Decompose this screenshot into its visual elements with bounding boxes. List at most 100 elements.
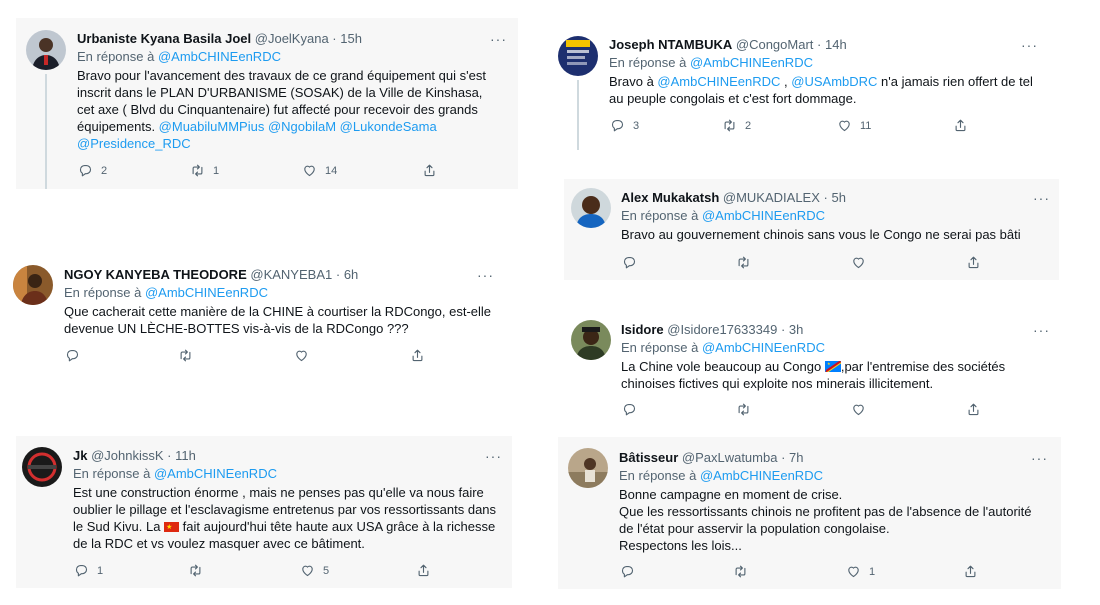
tweet-card[interactable]: Bâtisseur @PaxLwatumba · 7h ··· En répon… [558, 437, 1061, 589]
china-flag-icon [164, 519, 180, 536]
author-name[interactable]: Jk [73, 448, 87, 463]
more-options-icon[interactable]: ··· [485, 449, 502, 463]
share-button[interactable] [963, 564, 978, 579]
author-handle[interactable]: @JohnkissK [91, 448, 163, 463]
more-options-icon[interactable]: ··· [490, 32, 507, 46]
more-options-icon[interactable]: ··· [1033, 323, 1050, 337]
author-name[interactable]: NGOY KANYEBA THEODORE [64, 267, 247, 282]
tweet-card[interactable]: NGOY KANYEBA THEODORE @KANYEBA1 · 6h ···… [2, 258, 508, 378]
avatar[interactable] [571, 320, 611, 360]
author-handle[interactable]: @JoelKyana [255, 31, 329, 46]
retweet-button[interactable]: 2 [722, 118, 751, 133]
reply-button[interactable] [620, 564, 643, 579]
timestamp[interactable]: 7h [789, 450, 803, 465]
like-icon [294, 348, 309, 363]
author-handle[interactable]: @CongoMart [736, 37, 814, 52]
author-name[interactable]: Bâtisseur [619, 450, 678, 465]
timestamp[interactable]: 15h [340, 31, 362, 46]
like-button[interactable] [294, 348, 317, 363]
timestamp[interactable]: 3h [789, 322, 803, 337]
reply-context: En réponse à @AmbCHINEenRDC [609, 55, 813, 70]
timestamp[interactable]: 5h [831, 190, 845, 205]
avatar[interactable] [568, 448, 608, 488]
timestamp[interactable]: 6h [344, 267, 358, 282]
retweet-button[interactable] [188, 563, 211, 578]
author-name[interactable]: Alex Mukakatsh [621, 190, 719, 205]
like-button[interactable] [851, 402, 874, 417]
tweet-header: Jk @JohnkissK · 11h [73, 448, 196, 463]
drc-flag-icon: ★ [824, 361, 841, 372]
tweet-actions: 3 2 11 [610, 118, 990, 134]
share-icon [963, 564, 978, 579]
reply-to-link[interactable]: @AmbCHINEenRDC [702, 208, 825, 223]
like-button[interactable]: 11 [837, 118, 871, 133]
tweet-card[interactable]: Isidore @Isidore17633349 · 3h ··· En rép… [564, 310, 1059, 422]
like-button[interactable]: 1 [846, 564, 875, 579]
reply-button[interactable]: 2 [78, 163, 107, 178]
author-name[interactable]: Isidore [621, 322, 664, 337]
avatar[interactable] [13, 265, 53, 305]
more-options-icon[interactable]: ··· [1021, 38, 1038, 52]
avatar[interactable] [571, 188, 611, 228]
retweet-count: 1 [213, 164, 220, 177]
reply-to-link[interactable]: @AmbCHINEenRDC [154, 466, 277, 481]
like-button[interactable] [851, 255, 874, 270]
reply-to-link[interactable]: @AmbCHINEenRDC [690, 55, 813, 70]
author-handle[interactable]: @KANYEBA1 [250, 267, 332, 282]
reply-to-link[interactable]: @AmbCHINEenRDC [158, 49, 281, 64]
reply-to-link[interactable]: @AmbCHINEenRDC [700, 468, 823, 483]
more-options-icon[interactable]: ··· [1033, 191, 1050, 205]
more-options-icon[interactable]: ··· [477, 268, 494, 282]
like-icon [846, 564, 861, 579]
share-button[interactable] [416, 563, 431, 578]
retweet-button[interactable] [733, 564, 756, 579]
like-count: 5 [323, 564, 330, 577]
timestamp[interactable]: 11h [175, 448, 196, 463]
tweet-header: Urbaniste Kyana Basila Joel @JoelKyana ·… [77, 31, 362, 46]
retweet-button[interactable] [736, 255, 759, 270]
share-icon [966, 402, 981, 417]
reply-icon [622, 402, 637, 417]
avatar[interactable] [22, 447, 62, 487]
reply-button[interactable] [65, 348, 88, 363]
reply-button[interactable]: 3 [610, 118, 639, 133]
tweet-card[interactable]: Joseph NTAMBUKA @CongoMart · 14h ··· En … [550, 26, 1060, 150]
retweet-button[interactable]: 1 [190, 163, 219, 178]
tweet-card[interactable]: Jk @JohnkissK · 11h ··· En réponse à @Am… [16, 436, 512, 588]
author-handle[interactable]: @PaxLwatumba [682, 450, 778, 465]
share-button[interactable] [953, 118, 968, 133]
more-options-icon[interactable]: ··· [1031, 451, 1048, 465]
avatar[interactable] [558, 36, 598, 76]
tweet-card[interactable]: Alex Mukakatsh @MUKADIALEX · 5h ··· En r… [564, 179, 1059, 280]
like-button[interactable]: 5 [300, 563, 329, 578]
timestamp[interactable]: 14h [825, 37, 847, 52]
share-button[interactable] [966, 255, 981, 270]
share-icon [410, 348, 425, 363]
reply-count: 2 [101, 164, 108, 177]
tweet-actions: 1 [620, 564, 1000, 580]
reply-button[interactable] [622, 255, 645, 270]
reply-to-link[interactable]: @AmbCHINEenRDC [145, 285, 268, 300]
reply-button[interactable] [622, 402, 645, 417]
reply-to-link[interactable]: @AmbCHINEenRDC [702, 340, 825, 355]
retweet-icon [190, 163, 205, 178]
author-handle[interactable]: @Isidore17633349 [667, 322, 777, 337]
author-handle[interactable]: @MUKADIALEX [723, 190, 820, 205]
share-button[interactable] [410, 348, 425, 363]
like-button[interactable]: 14 [302, 163, 337, 178]
retweet-icon [736, 255, 751, 270]
author-name[interactable]: Urbaniste Kyana Basila Joel [77, 31, 251, 46]
share-button[interactable] [422, 163, 437, 178]
author-name[interactable]: Joseph NTAMBUKA [609, 37, 732, 52]
retweet-button[interactable] [178, 348, 201, 363]
mention-link[interactable]: @AmbCHINEenRDC [657, 74, 780, 89]
tweet-card[interactable]: Urbaniste Kyana Basila Joel @JoelKyana ·… [16, 18, 518, 189]
svg-text:★: ★ [827, 361, 831, 366]
mention-link[interactable]: @USAmbDRC [791, 74, 877, 89]
share-icon [966, 255, 981, 270]
share-button[interactable] [966, 402, 981, 417]
retweet-button[interactable] [736, 402, 759, 417]
reply-button[interactable]: 1 [74, 563, 103, 578]
reply-icon [622, 255, 637, 270]
avatar[interactable] [26, 30, 66, 70]
